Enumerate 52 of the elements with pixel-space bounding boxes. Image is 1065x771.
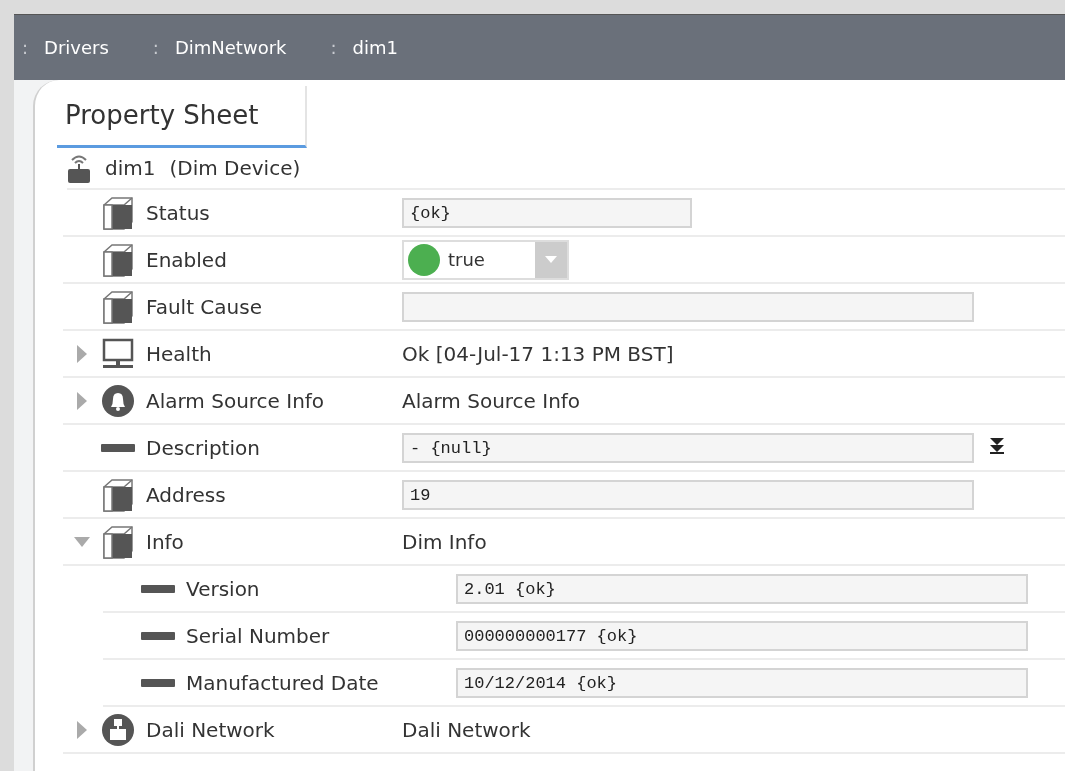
tab[interactable]: Property Sheet bbox=[57, 86, 307, 148]
property-name: Health bbox=[146, 341, 213, 366]
property-name: Info bbox=[146, 529, 185, 554]
double-down-arrow-icon[interactable] bbox=[990, 437, 1004, 454]
property-value: Dali Network bbox=[402, 717, 531, 742]
property-name: Alarm Source Info bbox=[146, 388, 326, 413]
collapse-arrow-icon[interactable] bbox=[74, 536, 90, 547]
property-name: Fault Cause bbox=[146, 294, 263, 319]
breadcrumb-separator: : bbox=[152, 37, 159, 58]
expand-arrow-icon[interactable] bbox=[77, 391, 87, 410]
component-name: dim1 bbox=[105, 156, 156, 180]
cube-icon bbox=[101, 242, 135, 277]
breadcrumb-link[interactable]: dim1 bbox=[352, 37, 398, 58]
property-name: Address bbox=[146, 482, 227, 507]
property-name: Manufactured Date bbox=[186, 670, 380, 695]
property-name: Description bbox=[146, 435, 261, 460]
property-value: Alarm Source Info bbox=[402, 388, 581, 413]
expand-arrow-icon[interactable] bbox=[77, 720, 87, 739]
caret-icon bbox=[545, 256, 557, 263]
value-field[interactable]: 000000000177 {ok} bbox=[456, 620, 1028, 651]
breadcrumb-link[interactable]: Drivers bbox=[44, 37, 109, 58]
cube-icon bbox=[101, 524, 135, 559]
breadcrumb-link[interactable]: DimNetwork bbox=[174, 37, 287, 58]
property-name: Version bbox=[186, 576, 261, 601]
cube-icon bbox=[101, 477, 135, 512]
cube-icon bbox=[101, 289, 135, 324]
dash-icon bbox=[141, 584, 175, 593]
property-name: Status bbox=[146, 200, 211, 225]
breadcrumb-separator: : bbox=[22, 37, 29, 58]
value-field[interactable]: {ok} bbox=[402, 197, 692, 228]
antenna-device-icon bbox=[67, 153, 91, 183]
component-type: (Dim Device) bbox=[169, 156, 301, 180]
dash-icon bbox=[141, 631, 175, 640]
cube-icon bbox=[101, 195, 135, 230]
device-icon bbox=[101, 712, 135, 747]
value-field[interactable]: 10/12/2014 {ok} bbox=[456, 667, 1028, 698]
dash-icon bbox=[141, 678, 175, 687]
expand-arrow-icon[interactable] bbox=[77, 344, 87, 363]
dash-icon bbox=[101, 443, 135, 452]
value-dropdown[interactable]: true bbox=[402, 239, 569, 280]
bell-icon bbox=[101, 383, 135, 418]
property-name: Serial Number bbox=[186, 623, 331, 648]
value-field[interactable]: - {null} bbox=[402, 432, 974, 463]
property-name: Enabled bbox=[146, 247, 228, 272]
property-value: Dim Info bbox=[402, 529, 487, 554]
monitor-icon bbox=[101, 336, 135, 371]
breadcrumb-separator: : bbox=[330, 37, 337, 58]
value-field[interactable]: 2.01 {ok} bbox=[456, 573, 1028, 604]
property-name: Dali Network bbox=[146, 717, 276, 742]
value-field[interactable]: 19 bbox=[402, 479, 974, 510]
value-field[interactable] bbox=[402, 291, 974, 322]
property-value: Ok [04-Jul-17 1:13 PM BST] bbox=[402, 341, 674, 366]
